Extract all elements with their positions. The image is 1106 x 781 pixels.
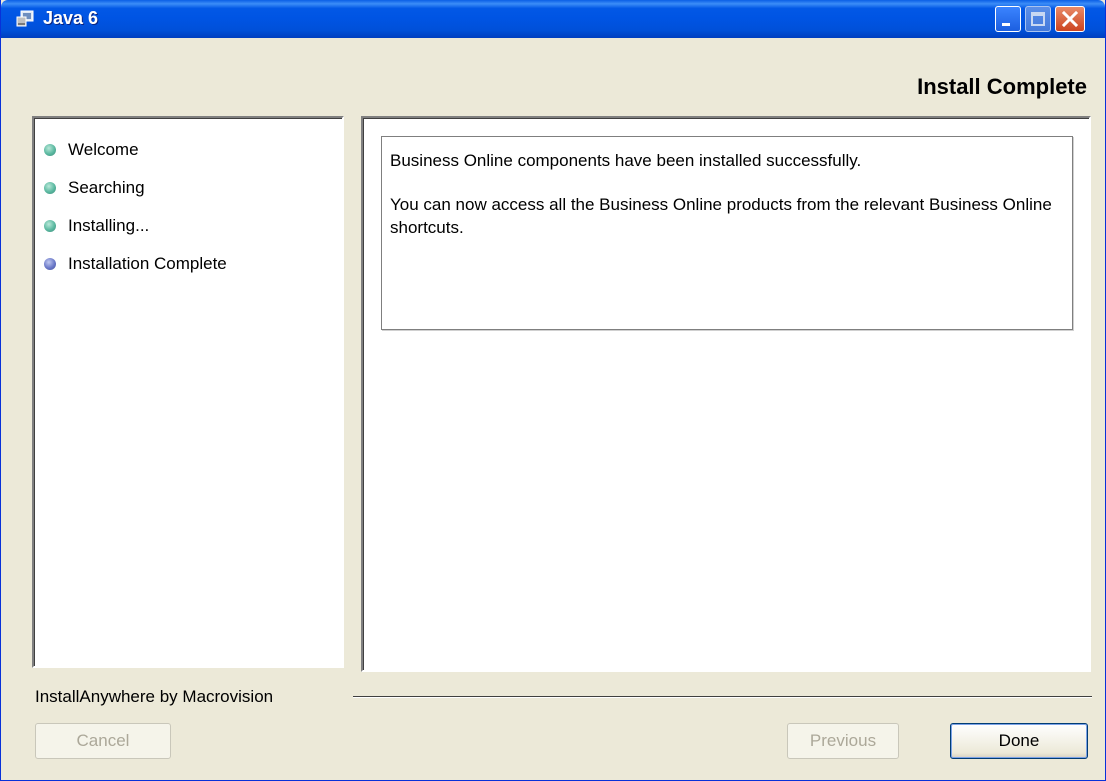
step-label: Installing...: [68, 216, 150, 235]
access-message: You can now access all the Business Onli…: [390, 195, 1052, 237]
minimize-button[interactable]: [995, 6, 1021, 32]
previous-button[interactable]: Previous: [787, 723, 899, 759]
step-searching: Searching: [44, 175, 145, 201]
step-complete-icon: [44, 182, 56, 194]
close-icon: [1061, 10, 1079, 28]
step-label: Welcome: [68, 140, 139, 159]
steps-panel: Welcome Searching Installing... Installa…: [32, 116, 344, 668]
maximize-icon: [1031, 12, 1045, 26]
step-current-icon: [44, 258, 56, 270]
success-message: Business Online components have been ins…: [390, 151, 862, 170]
step-welcome: Welcome: [44, 137, 139, 163]
minimize-icon: [1002, 23, 1010, 26]
step-installing: Installing...: [44, 213, 149, 239]
message-box: Business Online components have been ins…: [381, 136, 1073, 330]
cancel-button[interactable]: Cancel: [35, 723, 171, 759]
step-complete-icon: [44, 144, 56, 156]
app-icon: [15, 9, 35, 29]
vendor-label: InstallAnywhere by Macrovision: [35, 687, 274, 706]
close-button[interactable]: [1055, 6, 1085, 32]
content-panel: Business Online components have been ins…: [361, 116, 1091, 672]
step-complete-icon: [44, 220, 56, 232]
step-label: Searching: [68, 178, 145, 197]
title-bar[interactable]: Java 6: [1, 0, 1105, 38]
step-label: Installation Complete: [68, 254, 227, 273]
step-installation-complete: Installation Complete: [44, 251, 227, 277]
done-button[interactable]: Done: [950, 723, 1088, 759]
window-title: Java 6: [43, 8, 99, 28]
footer-divider: [353, 696, 1092, 698]
installer-window: Java 6 Install Complete Welcome Searchin…: [0, 0, 1106, 781]
page-title: Install Complete: [917, 74, 1087, 99]
maximize-button[interactable]: [1025, 6, 1051, 32]
